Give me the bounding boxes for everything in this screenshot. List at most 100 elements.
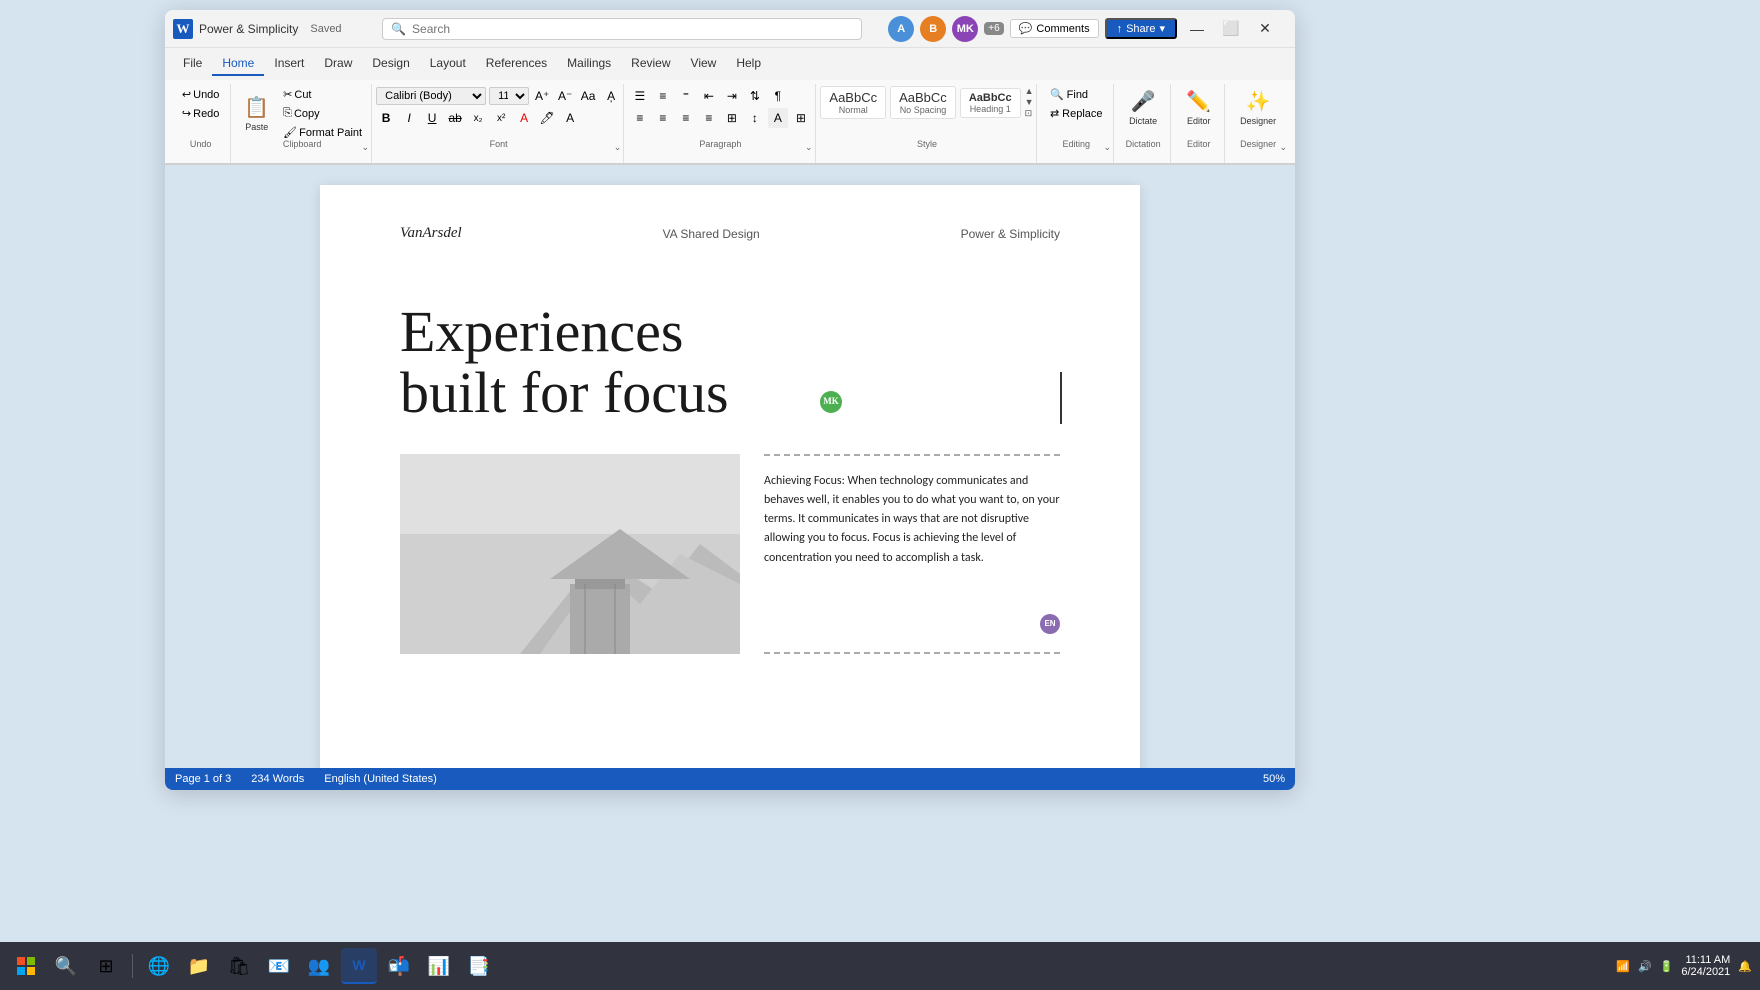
decrease-indent-button[interactable]: ⇤ [699, 86, 719, 106]
document-page[interactable]: VanArsdel VA Shared Design Power & Simpl… [320, 185, 1140, 768]
tab-insert[interactable]: Insert [264, 52, 314, 76]
show-hide-button[interactable]: ¶ [768, 86, 788, 106]
style-normal[interactable]: AaBbCc Normal [820, 86, 886, 119]
style-heading1[interactable]: AaBbCc Heading 1 [960, 88, 1021, 118]
line-spacing-button[interactable]: ↕ [745, 108, 765, 128]
subscript-button[interactable]: x₂ [468, 108, 488, 128]
avatar-2: B [920, 16, 946, 42]
superscript-button[interactable]: x² [491, 108, 511, 128]
cut-button[interactable]: ✂ Cut [279, 86, 366, 103]
undo-button[interactable]: ↩ Undo [178, 86, 224, 103]
tab-view[interactable]: View [681, 52, 727, 76]
search-input[interactable] [412, 22, 853, 36]
bullets-button[interactable]: ☰ [630, 86, 650, 106]
word-app-icon: W [173, 19, 193, 39]
redo-button[interactable]: ↪ Redo [178, 105, 224, 122]
share-button[interactable]: ↑ Share ▾ [1105, 18, 1177, 39]
replace-button[interactable]: ⇄ Replace [1046, 105, 1107, 122]
style-gallery: AaBbCc Normal AaBbCc No Spacing AaBbCc H… [820, 86, 1033, 137]
ribbon-group-clipboard: 📋 Paste ✂ Cut ⎘ Copy 🖌 [233, 84, 372, 163]
designer-expand-icon[interactable]: ⌄ [1279, 142, 1287, 153]
font-size-decrease-button[interactable]: A⁻ [555, 86, 575, 106]
font-family-select[interactable]: Calibri (Body) [376, 87, 486, 105]
store-button[interactable]: 🛍 [221, 948, 257, 984]
powerpoint-button[interactable]: 📑 [461, 948, 497, 984]
highlight-button[interactable]: 🖊 [537, 108, 557, 128]
font-size-select[interactable]: 11 [489, 87, 529, 105]
outlook-button[interactable]: 📬 [381, 948, 417, 984]
status-bar: Page 1 of 3 234 Words English (United St… [165, 768, 1295, 790]
align-left-button[interactable]: ≡ [630, 108, 650, 128]
underline-button[interactable]: U [422, 108, 442, 128]
editing-expand-icon[interactable]: ⌄ [1104, 142, 1112, 153]
align-right-button[interactable]: ≡ [676, 108, 696, 128]
tab-review[interactable]: Review [621, 52, 680, 76]
borders-button[interactable]: ⊞ [791, 108, 811, 128]
file-explorer-button[interactable]: 📁 [181, 948, 217, 984]
excel-button[interactable]: 📊 [421, 948, 457, 984]
clear-formatting-button[interactable]: A̦ [601, 86, 621, 106]
teams-button[interactable]: 👥 [301, 948, 337, 984]
editor-button[interactable]: ✏️ Editor [1180, 86, 1217, 129]
tab-home[interactable]: Home [212, 52, 264, 76]
comments-button[interactable]: 💬 Comments [1010, 19, 1099, 38]
minimize-button[interactable]: — [1183, 15, 1211, 43]
tab-design[interactable]: Design [362, 52, 419, 76]
sort-button[interactable]: ⇅ [745, 86, 765, 106]
avatar-1: A [888, 16, 914, 42]
dictate-button[interactable]: 🎤 Dictate [1123, 86, 1163, 129]
editing-controls: 🔍 Find ⇄ Replace [1046, 86, 1107, 140]
justify-button[interactable]: ≡ [699, 108, 719, 128]
doc-main-heading[interactable]: Experiences built for focus MK [400, 302, 1060, 424]
find-button[interactable]: 🔍 Find [1046, 86, 1107, 103]
increase-indent-button[interactable]: ⇥ [722, 86, 742, 106]
copy-button[interactable]: ⎘ Copy [279, 105, 366, 122]
font-size-increase-button[interactable]: A⁺ [532, 86, 552, 106]
word-taskbar-button[interactable]: W [341, 948, 377, 984]
doc-text-box[interactable]: Achieving Focus: When technology communi… [764, 454, 1060, 654]
paragraph-expand-icon[interactable]: ⌄ [805, 142, 813, 153]
saved-indicator: Saved [310, 23, 341, 35]
undo-controls: ↩ Undo ↪ Redo [178, 86, 224, 140]
document-area[interactable]: VanArsdel VA Shared Design Power & Simpl… [165, 165, 1295, 768]
column-layout-button[interactable]: ⊞ [722, 108, 742, 128]
style-no-spacing[interactable]: AaBbCc No Spacing [890, 86, 956, 119]
doc-title-right: Power & Simplicity [961, 227, 1060, 241]
tab-mailings[interactable]: Mailings [557, 52, 621, 76]
tab-references[interactable]: References [476, 52, 557, 76]
notification-icon[interactable]: 🔔 [1738, 960, 1752, 973]
tab-draw[interactable]: Draw [314, 52, 362, 76]
tab-layout[interactable]: Layout [420, 52, 476, 76]
text-effect-button[interactable]: A [560, 108, 580, 128]
taskbar-date: 6/24/2021 [1681, 966, 1730, 978]
word-count: 234 Words [251, 773, 304, 785]
align-center-button[interactable]: ≡ [653, 108, 673, 128]
font-color-button[interactable]: A [514, 108, 534, 128]
font-expand-icon[interactable]: ⌄ [614, 142, 622, 153]
close-button[interactable]: ✕ [1251, 15, 1279, 43]
mail-button[interactable]: 📧 [261, 948, 297, 984]
taskbar-clock[interactable]: 11:11 AM 6/24/2021 [1681, 954, 1730, 978]
search-taskbar-button[interactable]: 🔍 [48, 948, 84, 984]
change-case-button[interactable]: Aa [578, 86, 598, 106]
edge-taskbar-button[interactable]: 🌐 [141, 948, 177, 984]
gallery-expand-icon: ⊡ [1025, 108, 1034, 119]
paste-button[interactable]: 📋 Paste [238, 86, 275, 141]
task-view-button[interactable]: ⊞ [88, 948, 124, 984]
multilevel-list-button[interactable]: ⁼ [676, 86, 696, 106]
restore-button[interactable]: ⬜ [1217, 15, 1245, 43]
italic-button[interactable]: I [399, 108, 419, 128]
clipboard-expand-icon[interactable]: ⌄ [361, 142, 369, 153]
tab-file[interactable]: File [173, 52, 212, 76]
volume-icon: 🔊 [1638, 960, 1652, 973]
numbering-button[interactable]: ≡ [653, 86, 673, 106]
bold-button[interactable]: B [376, 108, 396, 128]
search-bar[interactable]: 🔍 [382, 18, 862, 40]
designer-button[interactable]: ✨ Designer [1234, 86, 1282, 129]
strikethrough-button[interactable]: ab [445, 108, 465, 128]
shading-button[interactable]: A [768, 108, 788, 128]
tab-help[interactable]: Help [726, 52, 771, 76]
ribbon-tabs-row: File Home Insert Draw Design Layout Refe… [165, 48, 1295, 80]
style-gallery-arrow[interactable]: ▲ ▼ ⊡ [1025, 86, 1034, 119]
start-button[interactable] [8, 948, 44, 984]
